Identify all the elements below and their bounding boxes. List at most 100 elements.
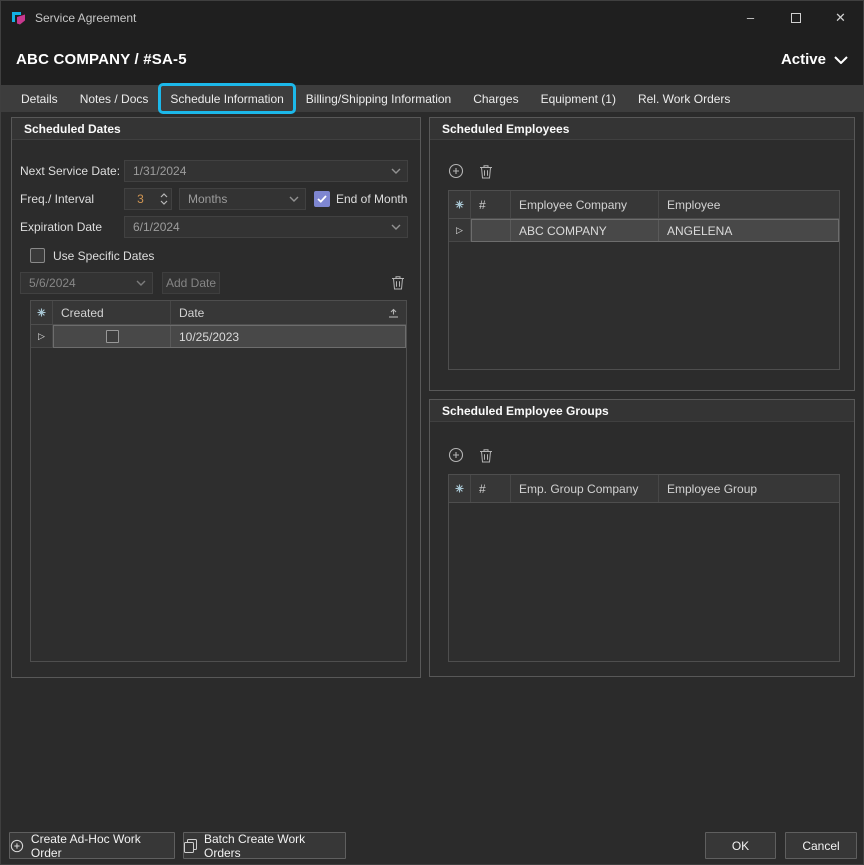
chevron-down-icon <box>834 56 848 64</box>
column-header-number[interactable]: # <box>471 475 511 502</box>
column-header-employee-company[interactable]: Employee Company <box>511 191 659 218</box>
scheduled-dates-panel: Scheduled Dates Next Service Date: 1/31/… <box>11 117 421 678</box>
row-cells: ABC COMPANY ANGELENA <box>471 219 839 242</box>
freq-interval-label: Freq./ Interval <box>20 188 94 210</box>
record-header: ABC COMPANY / #SA-5 Active <box>1 34 863 85</box>
tab-label: Rel. Work Orders <box>638 92 730 106</box>
end-of-month-checkbox[interactable] <box>314 191 330 207</box>
indicator-asterisk-icon <box>455 200 464 209</box>
tab-label: Details <box>21 92 58 106</box>
maximize-button[interactable] <box>773 1 818 34</box>
column-header-emp-group-company[interactable]: Emp. Group Company <box>511 475 659 502</box>
ok-label: OK <box>732 839 749 853</box>
use-specific-dates-label: Use Specific Dates <box>53 245 154 267</box>
chevron-down-icon <box>136 280 146 286</box>
freq-interval-value: 3 <box>125 189 156 209</box>
close-button[interactable]: ✕ <box>818 1 863 34</box>
expiration-date-field[interactable]: 6/1/2024 <box>124 216 408 238</box>
delete-employee-button[interactable] <box>477 162 495 180</box>
tab-schedule-information[interactable]: Schedule Information <box>159 85 294 112</box>
create-adhoc-work-order-button[interactable]: Create Ad-Hoc Work Order <box>9 832 175 859</box>
tab-charges[interactable]: Charges <box>462 85 529 112</box>
maximize-icon <box>791 13 801 23</box>
next-service-date-label: Next Service Date: <box>20 160 120 182</box>
end-of-month-label: End of Month <box>336 188 407 210</box>
tab-rel-work-orders[interactable]: Rel. Work Orders <box>627 85 741 112</box>
add-date-button[interactable]: Add Date <box>162 272 220 294</box>
sort-icon[interactable] <box>388 308 399 318</box>
tab-notes-docs[interactable]: Notes / Docs <box>69 85 160 112</box>
indicator-asterisk-icon <box>455 484 464 493</box>
column-label: Created <box>61 306 104 320</box>
scheduled-employee-groups-panel: Scheduled Employee Groups # Emp. Group C… <box>429 399 855 677</box>
column-label: # <box>479 482 486 496</box>
add-employee-button[interactable] <box>447 162 465 180</box>
column-header-date[interactable]: Date <box>171 301 406 324</box>
next-service-date-field[interactable]: 1/31/2024 <box>124 160 408 182</box>
row-expand-arrow[interactable]: ▷ <box>31 325 53 348</box>
panel-title: Scheduled Employee Groups <box>442 404 609 418</box>
tab-billing-shipping[interactable]: Billing/Shipping Information <box>295 85 462 112</box>
delete-date-button[interactable] <box>389 273 407 291</box>
delete-employee-group-button[interactable] <box>477 446 495 464</box>
row-expand-arrow[interactable]: ▷ <box>449 219 471 242</box>
check-icon <box>317 195 327 203</box>
tab-label: Charges <box>473 92 518 106</box>
cell-created[interactable] <box>54 326 171 347</box>
circle-plus-icon <box>448 163 464 179</box>
expiration-date-value: 6/1/2024 <box>133 220 180 234</box>
window-title: Service Agreement <box>35 11 136 25</box>
dates-grid-header: Created Date <box>31 301 406 325</box>
circle-plus-icon <box>448 447 464 463</box>
cancel-button[interactable]: Cancel <box>785 832 857 859</box>
column-header-employee[interactable]: Employee <box>659 191 839 218</box>
tab-label: Schedule Information <box>170 92 283 106</box>
status-dropdown[interactable]: Active <box>781 51 848 68</box>
status-value: Active <box>781 51 826 68</box>
record-title: ABC COMPANY / #SA-5 <box>16 51 187 68</box>
ok-button[interactable]: OK <box>705 832 776 859</box>
trash-icon <box>479 164 493 179</box>
column-label: Employee <box>667 198 720 212</box>
add-date-label: Add Date <box>166 276 216 290</box>
add-employee-group-button[interactable] <box>447 446 465 464</box>
freq-unit-value: Months <box>188 192 227 206</box>
employee-groups-grid: # Emp. Group Company Employee Group <box>448 474 840 662</box>
scheduled-employees-header: Scheduled Employees <box>430 118 854 140</box>
freq-unit-select[interactable]: Months <box>179 188 306 210</box>
tab-bar: Details Notes / Docs Schedule Informatio… <box>1 85 863 112</box>
tab-equipment[interactable]: Equipment (1) <box>530 85 627 112</box>
batch-create-label: Batch Create Work Orders <box>204 832 345 860</box>
employees-grid-header: # Employee Company Employee <box>449 191 839 219</box>
freq-interval-stepper[interactable]: 3 <box>124 188 172 210</box>
tab-details[interactable]: Details <box>10 85 69 112</box>
scheduled-dates-header: Scheduled Dates <box>12 118 420 140</box>
column-header-employee-group[interactable]: Employee Group <box>659 475 839 502</box>
dates-grid: Created Date ▷ 10/25/2023 <box>30 300 407 662</box>
cell-employee[interactable]: ANGELENA <box>659 220 838 241</box>
chevron-down-icon <box>160 200 168 205</box>
grid-indicator-header <box>449 475 471 502</box>
cell-employee-company[interactable]: ABC COMPANY <box>511 220 659 241</box>
batch-create-work-orders-button[interactable]: Batch Create Work Orders <box>183 832 346 859</box>
employee-groups-grid-header: # Emp. Group Company Employee Group <box>449 475 839 503</box>
minimize-button[interactable]: – <box>728 1 773 34</box>
chevron-down-icon <box>391 168 401 174</box>
cell-number[interactable] <box>472 220 511 241</box>
use-specific-dates-checkbox[interactable] <box>30 248 45 263</box>
grid-indicator-header <box>449 191 471 218</box>
new-date-field[interactable]: 5/6/2024 <box>20 272 153 294</box>
column-header-created[interactable]: Created <box>53 301 171 324</box>
service-agreement-window: Service Agreement – ✕ ABC COMPANY / #SA-… <box>0 0 864 865</box>
column-header-number[interactable]: # <box>471 191 511 218</box>
expand-icon: ▷ <box>38 331 45 342</box>
cell-date[interactable]: 10/25/2023 <box>171 326 405 347</box>
table-row[interactable]: ▷ ABC COMPANY ANGELENA <box>449 219 839 242</box>
table-row[interactable]: ▷ 10/25/2023 <box>31 325 406 348</box>
stepper-arrows[interactable] <box>156 189 171 209</box>
row-cells: 10/25/2023 <box>53 325 406 348</box>
column-label: Employee Group <box>667 482 757 496</box>
cancel-label: Cancel <box>802 839 839 853</box>
created-checkbox[interactable] <box>106 330 119 343</box>
chevron-down-icon <box>289 196 299 202</box>
